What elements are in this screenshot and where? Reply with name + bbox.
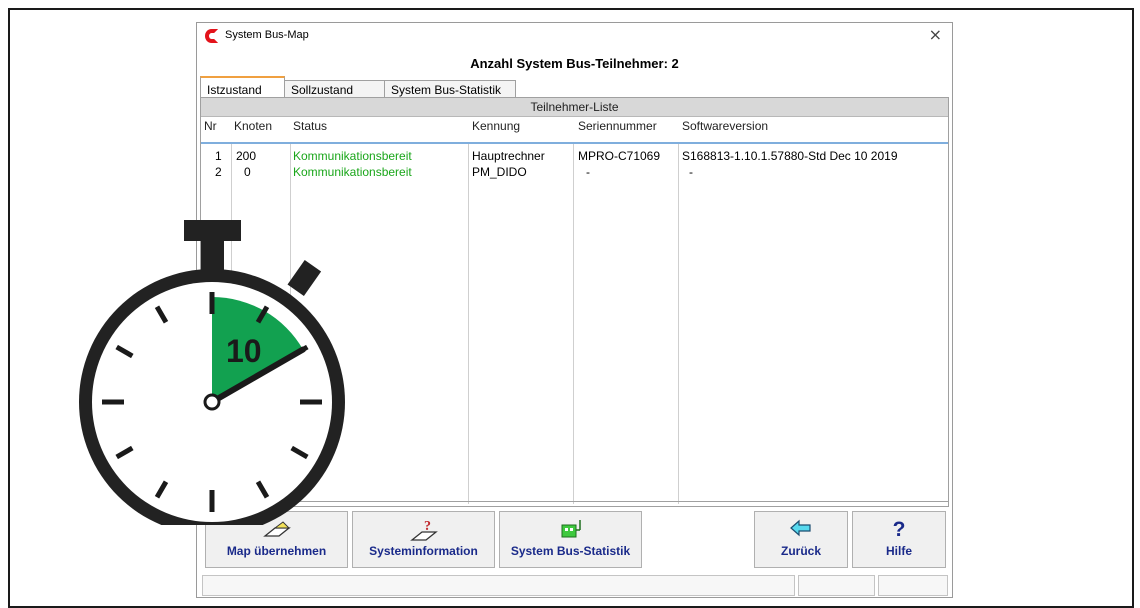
stopwatch-pivot	[203, 393, 221, 411]
help-icon: ?	[892, 518, 906, 541]
tab-system-bus-statistik[interactable]: System Bus-Statistik	[384, 80, 516, 98]
cell-softwareversion: S168813-1.10.1.57880-Std Dec 10 2019	[682, 149, 898, 163]
column-divider	[678, 144, 679, 504]
header-divider	[201, 142, 948, 144]
cell-knoten: 0	[244, 165, 251, 179]
systeminformation-label: Systeminformation	[369, 544, 478, 558]
cell-seriennummer: -	[586, 165, 590, 179]
cell-status: Kommunikationsbereit	[293, 149, 412, 163]
cell-status: Kommunikationsbereit	[293, 165, 412, 179]
systeminformation-button[interactable]: ? Systeminformation	[352, 511, 495, 568]
column-header-knoten[interactable]: Knoten	[234, 119, 272, 133]
cell-knoten: 200	[236, 149, 257, 163]
status-bar-field	[798, 575, 875, 596]
stopwatch-side-button	[287, 259, 322, 297]
window-title: System Bus-Map	[225, 29, 309, 41]
cell-nr: 1	[215, 149, 222, 163]
hilfe-button[interactable]: ? Hilfe	[852, 511, 946, 568]
cell-kennung: PM_DIDO	[472, 165, 527, 179]
hilfe-label: Hilfe	[885, 544, 912, 558]
cell-softwareversion: -	[689, 165, 693, 179]
column-header-kennung[interactable]: Kennung	[472, 119, 520, 133]
map-uebernehmen-label: Map übernehmen	[226, 544, 327, 558]
stopwatch-crown	[184, 220, 241, 241]
tab-sollzustand[interactable]: Sollzustand	[284, 80, 385, 98]
cell-nr: 2	[215, 165, 222, 179]
status-bar-field	[878, 575, 948, 596]
timer-value: 10	[226, 333, 262, 369]
system-bus-statistik-label: System Bus-Statistik	[510, 544, 631, 558]
system-bus-statistik-button[interactable]: System Bus-Statistik	[499, 511, 642, 568]
app-logo-icon	[205, 29, 218, 43]
stopwatch-stem	[201, 241, 224, 271]
participant-count-heading: Anzahl System Bus-Teilnehmer: 2	[470, 56, 679, 71]
column-header-status[interactable]: Status	[293, 119, 327, 133]
close-button[interactable]: ×	[929, 25, 942, 44]
title-bar: System Bus-Map ×	[197, 23, 952, 49]
stopwatch-icon: 10	[79, 220, 345, 525]
cell-kennung: Hauptrechner	[472, 149, 545, 163]
column-header-softwareversion[interactable]: Softwareversion	[682, 119, 768, 133]
cell-seriennummer: MPRO-C71069	[578, 149, 661, 163]
arrow-left-icon	[755, 518, 847, 544]
column-header-nr[interactable]: Nr	[204, 119, 217, 133]
status-bar-field	[202, 575, 795, 596]
zurueck-button[interactable]: Zurück	[754, 511, 848, 568]
tab-istzustand[interactable]: Istzustand	[200, 76, 285, 98]
zurueck-label: Zurück	[780, 544, 821, 558]
svg-text:?: ?	[424, 519, 431, 534]
column-header-seriennummer[interactable]: Seriennummer	[578, 119, 657, 133]
column-divider	[573, 144, 574, 504]
column-divider	[468, 144, 469, 504]
list-caption: Teilnehmer-Liste	[201, 98, 948, 117]
